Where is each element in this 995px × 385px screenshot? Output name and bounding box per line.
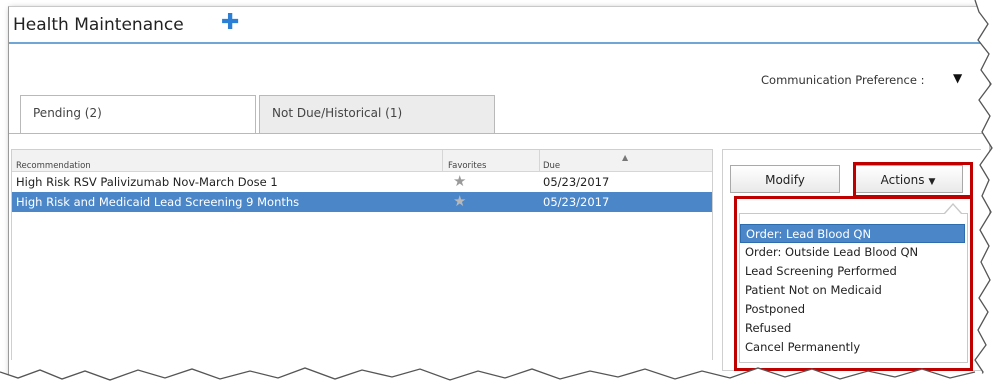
star-icon[interactable]: ★ bbox=[453, 192, 466, 210]
menu-highlight-box bbox=[734, 196, 973, 371]
column-header-favorites[interactable]: Favorites bbox=[448, 161, 486, 171]
actions-highlight-box bbox=[853, 162, 973, 198]
table-row-selected[interactable]: High Risk and Medicaid Lead Screening 9 … bbox=[12, 192, 712, 212]
caret-down-icon[interactable]: ▼ bbox=[953, 71, 962, 85]
tab-baseline bbox=[9, 133, 989, 134]
grid-header: Recommendation Favorites Due ▲ bbox=[12, 150, 712, 172]
modify-button[interactable]: Modify bbox=[730, 165, 840, 193]
column-separator bbox=[442, 150, 443, 171]
plus-icon[interactable]: ✚ bbox=[221, 11, 239, 35]
column-header-recommendation[interactable]: Recommendation bbox=[16, 161, 91, 171]
sort-asc-icon[interactable]: ▲ bbox=[622, 153, 628, 162]
due-cell: 05/23/2017 bbox=[543, 175, 610, 189]
recommendation-cell: High Risk RSV Palivizumab Nov-March Dose… bbox=[16, 175, 278, 189]
communication-preference-label: Communication Preference : bbox=[761, 73, 925, 87]
column-separator bbox=[539, 150, 540, 171]
table-row[interactable]: High Risk RSV Palivizumab Nov-March Dose… bbox=[12, 172, 712, 192]
due-cell: 05/23/2017 bbox=[543, 195, 610, 209]
tab-not-due-historical[interactable]: Not Due/Historical (1) bbox=[259, 95, 495, 133]
tab-not-due-label: Not Due/Historical (1) bbox=[272, 106, 403, 120]
title-divider bbox=[9, 42, 989, 44]
column-header-due[interactable]: Due bbox=[543, 161, 560, 171]
modify-button-label: Modify bbox=[765, 173, 805, 187]
recommendation-cell: High Risk and Medicaid Lead Screening 9 … bbox=[16, 195, 300, 209]
page-title: Health Maintenance bbox=[13, 15, 184, 35]
star-icon[interactable]: ★ bbox=[453, 172, 466, 190]
tab-pending[interactable]: Pending (2) bbox=[20, 95, 256, 134]
tab-pending-label: Pending (2) bbox=[33, 106, 102, 120]
recommendations-grid: Recommendation Favorites Due ▲ High Risk… bbox=[11, 149, 713, 360]
